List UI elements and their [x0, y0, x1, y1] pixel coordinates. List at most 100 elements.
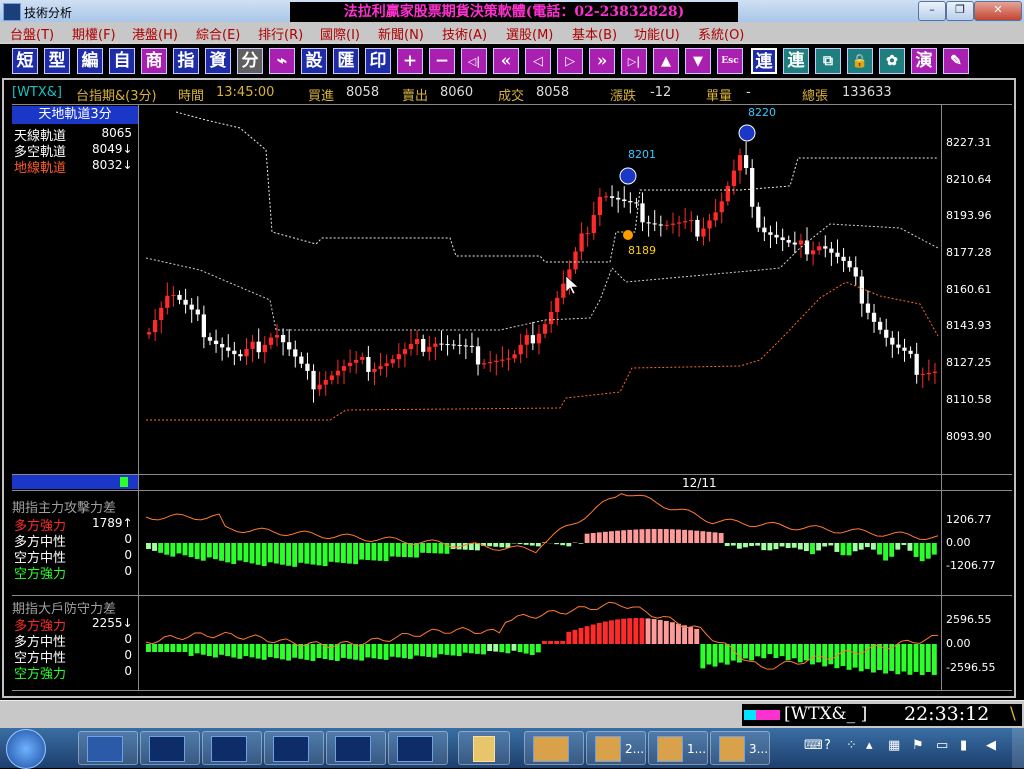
histogram-bar — [780, 644, 785, 656]
taskbar-app[interactable] — [264, 731, 324, 765]
candle-body — [866, 304, 870, 313]
taskbar-app[interactable] — [326, 731, 386, 765]
candle-body — [238, 354, 242, 356]
taskbar-app[interactable] — [202, 731, 262, 765]
histogram-bar — [621, 530, 626, 543]
histogram-bar — [658, 529, 663, 543]
network-icon[interactable]: ▮ — [960, 738, 967, 753]
candle-body — [677, 222, 681, 223]
candle-body — [665, 225, 669, 226]
chart-canvas[interactable]: 820182208189 — [0, 0, 1024, 768]
histogram-bar — [627, 530, 632, 543]
taskbar-app[interactable] — [388, 731, 448, 765]
histogram-bar — [792, 543, 797, 548]
histogram-bar — [335, 644, 340, 661]
histogram-bar — [274, 543, 279, 564]
histogram-bar — [445, 644, 450, 655]
help-icon[interactable]: ? — [824, 738, 831, 753]
histogram-bar — [371, 543, 376, 560]
candle-body — [908, 351, 912, 354]
histogram-bar — [237, 644, 242, 659]
candle-body — [293, 349, 297, 356]
histogram-bar — [786, 543, 791, 548]
candle-body — [439, 344, 443, 345]
histogram-bar — [408, 543, 413, 557]
chart-icon — [149, 736, 185, 762]
histogram-bar — [335, 543, 340, 562]
histogram-bar — [603, 532, 608, 543]
candle-body — [153, 320, 157, 332]
histogram-bar — [731, 543, 736, 546]
histogram-bar — [597, 532, 602, 543]
down-arrow-icon — [620, 168, 636, 184]
histogram-bar — [170, 644, 175, 652]
histogram-bar — [847, 543, 852, 555]
histogram-bar — [646, 618, 651, 644]
candle-body — [902, 348, 906, 351]
histogram-bar — [566, 543, 571, 546]
histogram-bar — [304, 543, 309, 564]
candle-body — [579, 233, 583, 251]
histogram-bar — [512, 644, 517, 651]
histogram-bar — [207, 543, 212, 557]
taskbar-app[interactable]: 3... — [710, 731, 770, 765]
taskbar-app[interactable] — [524, 731, 584, 765]
windows-icon[interactable]: ▦ — [888, 738, 900, 753]
histogram-bar — [457, 644, 462, 656]
histogram-bar — [359, 644, 364, 661]
taskbar-app[interactable]: 1... — [648, 731, 708, 765]
candle-body — [805, 240, 809, 254]
volume-icon[interactable]: ◀ — [986, 738, 996, 753]
start-button[interactable] — [6, 729, 46, 769]
candle-body — [720, 201, 724, 212]
tray-icon[interactable]: ⁘ — [846, 738, 857, 753]
candle-body — [263, 345, 267, 352]
histogram-bar — [585, 534, 590, 543]
histogram-bar — [664, 621, 669, 644]
histogram-bar — [183, 543, 188, 555]
display-icon[interactable]: ▭ — [936, 738, 948, 753]
candle-body — [299, 357, 303, 364]
candle-body — [610, 196, 614, 198]
taskbar-folder[interactable] — [458, 731, 510, 765]
histogram-bar — [859, 543, 864, 550]
histogram-bar — [402, 644, 407, 658]
histogram-bar — [530, 543, 535, 546]
candle-body — [427, 347, 431, 352]
histogram-bar — [438, 543, 443, 554]
histogram-bar — [664, 529, 669, 543]
histogram-bar — [792, 644, 797, 658]
taskbar-app[interactable] — [78, 731, 138, 765]
histogram-bar — [627, 618, 632, 644]
histogram-bar — [262, 543, 267, 566]
flag-icon[interactable]: ⚑ — [912, 738, 924, 753]
histogram-bar — [621, 619, 626, 644]
show-desktop-button[interactable] — [1012, 728, 1024, 768]
candle-body — [220, 344, 224, 347]
taskbar-app[interactable] — [140, 731, 200, 765]
candle-body — [927, 373, 931, 374]
histogram-bar — [920, 644, 925, 675]
histogram-bar — [572, 630, 577, 644]
candle-body — [896, 345, 900, 348]
histogram-bar — [268, 543, 273, 562]
keyboard-icon[interactable]: ⌨ — [804, 738, 823, 753]
taskbar-app[interactable]: 2... — [586, 731, 646, 765]
histogram-bar — [767, 543, 772, 550]
taskbar-label: 2... — [625, 742, 644, 756]
candle-body — [445, 344, 449, 345]
histogram-bar — [353, 644, 358, 660]
histogram-bar — [378, 543, 383, 561]
show-hidden-icon[interactable]: ▴ — [866, 738, 873, 753]
histogram-bar — [493, 644, 498, 652]
histogram-bar — [853, 543, 858, 551]
histogram-bar — [420, 543, 425, 553]
chart-icon — [397, 736, 433, 762]
histogram-bar — [146, 644, 151, 652]
histogram-bar — [700, 531, 705, 543]
histogram-bar — [329, 543, 334, 562]
histogram-bar — [834, 543, 839, 552]
histogram-bar — [761, 543, 766, 550]
histogram-bar — [158, 543, 163, 553]
candle-body — [598, 197, 602, 215]
